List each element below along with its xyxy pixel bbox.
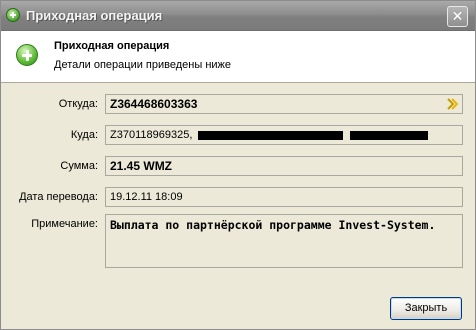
- to-label: Куда:: [70, 129, 98, 141]
- plus-circle-icon: [6, 8, 20, 22]
- sum-value: 21.45 WMZ: [110, 159, 173, 173]
- window-title: Приходная операция: [26, 8, 163, 23]
- plus-circle-icon: [16, 44, 38, 66]
- from-label: Откуда:: [58, 98, 98, 110]
- close-button[interactable]: Закрыть: [390, 297, 462, 320]
- note-value: Выплата по партнёрской программе Invest-…: [110, 218, 436, 232]
- note-field[interactable]: Выплата по партнёрской программе Invest-…: [105, 214, 463, 268]
- dialog-window: Приходная операция ✕ Приходная операция …: [0, 0, 476, 330]
- to-value: Z370118969325,: [110, 129, 193, 141]
- sum-label: Сумма:: [60, 160, 98, 172]
- note-label: Примечание:: [31, 218, 98, 230]
- from-value: Z364468603363: [110, 97, 198, 111]
- title-bar[interactable]: Приходная операция ✕: [1, 1, 475, 31]
- header-subtitle: Детали операции приведены ниже: [54, 59, 232, 71]
- date-field[interactable]: 19.12.11 18:09: [105, 187, 463, 207]
- dialog-header: Приходная операция Детали операции приве…: [1, 31, 475, 83]
- sum-field[interactable]: 21.45 WMZ: [105, 156, 463, 176]
- from-field[interactable]: Z364468603363: [105, 94, 463, 114]
- to-field[interactable]: Z370118969325,: [105, 125, 463, 145]
- date-label: Дата перевода:: [19, 191, 98, 203]
- redaction-bar: [198, 130, 344, 140]
- header-title: Приходная операция: [54, 40, 170, 52]
- close-window-button[interactable]: ✕: [447, 6, 468, 27]
- redaction-bar: [349, 130, 428, 140]
- date-value: 19.12.11 18:09: [110, 191, 183, 203]
- double-chevron-right-icon[interactable]: [446, 97, 460, 111]
